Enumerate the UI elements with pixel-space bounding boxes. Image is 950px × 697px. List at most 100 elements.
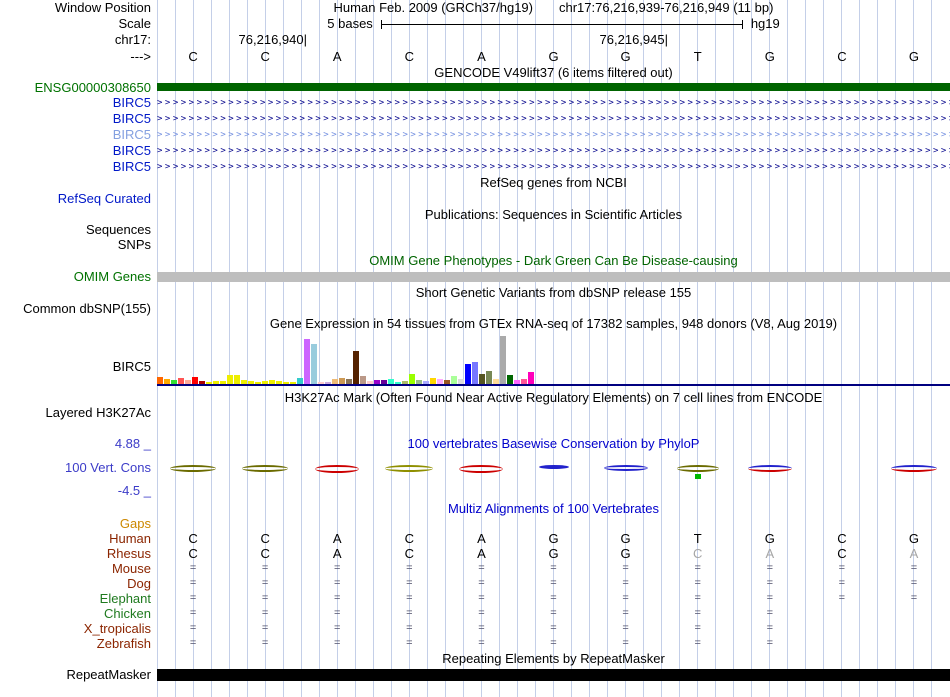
alignment-base: = — [550, 562, 557, 574]
alignment-base: = — [550, 592, 557, 604]
gtex-tissue-bar[interactable] — [500, 336, 506, 384]
transcript-intron-arrows[interactable]: >>>>>>>>>>>>>>>>>>>>>>>>>>>>>>>>>>>>>>>>… — [157, 95, 950, 111]
transcript-intron-arrows[interactable]: >>>>>>>>>>>>>>>>>>>>>>>>>>>>>>>>>>>>>>>>… — [157, 111, 950, 127]
transcript-label[interactable]: BIRC5 — [0, 159, 157, 175]
conservation-column[interactable] — [157, 452, 229, 500]
dbsnp-label[interactable]: Common dbSNP(155) — [0, 301, 157, 316]
refseq-curated-track[interactable] — [157, 191, 950, 207]
alignment-base: = — [261, 637, 269, 649]
alignment-base: = — [261, 592, 269, 604]
base-letter: G — [908, 49, 920, 64]
alignment-cells[interactable]: = = = = = = = = = = = — [157, 561, 950, 576]
omim-genes-label[interactable]: OMIM Genes — [0, 269, 157, 285]
conservation-column[interactable] — [878, 452, 950, 500]
gtex-tissue-bar[interactable] — [465, 364, 471, 384]
gtex-tissue-bar[interactable] — [479, 374, 485, 384]
species-label[interactable]: Elephant — [0, 591, 157, 606]
species-label[interactable]: Dog — [0, 576, 157, 591]
conservation-column[interactable] — [517, 452, 589, 500]
alignment-base: = — [910, 592, 918, 604]
gtex-gene-label[interactable]: BIRC5 — [113, 359, 151, 374]
reference-bases: CCACAGGTGCG — [157, 48, 950, 65]
omim-title: OMIM Gene Phenotypes - Dark Green Can Be… — [369, 253, 738, 268]
sequences-label[interactable]: Sequences — [0, 222, 157, 237]
gtex-tissue-bar[interactable] — [157, 377, 163, 384]
species-label[interactable]: Chicken — [0, 606, 157, 621]
gtex-tissue-bar[interactable] — [192, 377, 198, 384]
alignment-row: Rhesus C C A C A G G C A C A — [0, 546, 950, 561]
gaps-track[interactable] — [157, 517, 950, 531]
transcript-intron-arrows[interactable]: >>>>>>>>>>>>>>>>>>>>>>>>>>>>>>>>>>>>>>>>… — [157, 127, 950, 143]
transcript-intron-arrows[interactable]: >>>>>>>>>>>>>>>>>>>>>>>>>>>>>>>>>>>>>>>>… — [157, 159, 950, 175]
gtex-tissue-bar[interactable] — [311, 344, 317, 384]
repeatmasker-track[interactable] — [157, 667, 950, 683]
species-label[interactable]: X_tropicalis — [0, 621, 157, 636]
conservation-column[interactable] — [662, 452, 734, 500]
gtex-tissue-bar[interactable] — [472, 362, 478, 384]
omim-genes-row: OMIM Genes — [0, 269, 950, 285]
gtex-tissue-bar[interactable] — [451, 376, 457, 384]
dbsnp-track[interactable] — [157, 301, 950, 316]
conservation-column[interactable] — [590, 452, 662, 500]
chrom-ruler-row: chr17: 76,216,940| 76,216,945| — [0, 32, 950, 48]
alignment-base: G — [548, 546, 559, 561]
alignment-base: = — [694, 607, 701, 619]
transcript-label[interactable]: BIRC5 — [0, 143, 157, 159]
alignment-base: = — [694, 622, 701, 634]
conservation-column[interactable] — [445, 452, 517, 500]
gtex-tissue-bar[interactable] — [507, 375, 513, 384]
alignment-row: Zebrafish = = = = = = = = = — [0, 636, 950, 651]
snps-label[interactable]: SNPs — [0, 237, 157, 253]
gtex-tissue-bar[interactable] — [409, 374, 415, 384]
gtex-tissue-bar[interactable] — [486, 371, 492, 384]
omim-genes-track[interactable] — [157, 269, 950, 285]
gtex-tissue-bar[interactable] — [353, 351, 359, 384]
alignment-cells[interactable]: CCACAGGCACA — [157, 546, 950, 561]
species-label[interactable]: Zebrafish — [0, 636, 157, 651]
gtex-tissue-bar[interactable] — [304, 339, 310, 384]
gaps-label[interactable]: Gaps — [0, 517, 157, 531]
h3k27ac-label[interactable]: Layered H3K27Ac — [0, 405, 157, 421]
alignment-base: = — [622, 607, 629, 619]
gene-exon-bar[interactable] — [157, 83, 950, 91]
repeatmasker-label[interactable]: RepeatMasker — [0, 667, 157, 683]
transcript-intron-arrows[interactable]: >>>>>>>>>>>>>>>>>>>>>>>>>>>>>>>>>>>>>>>>… — [157, 143, 950, 159]
transcript-label[interactable]: BIRC5 — [0, 111, 157, 127]
alignment-base: = — [766, 607, 774, 619]
gtex-tissue-bar[interactable] — [528, 372, 534, 384]
repeat-element-bar[interactable] — [157, 669, 950, 681]
gtex-tissue-bar[interactable] — [360, 376, 366, 384]
conservation-track[interactable]: 100 vertebrates Basewise Conservation by… — [157, 436, 950, 500]
gene-id-label[interactable]: ENSG00000308650 — [0, 80, 157, 95]
conservation-column[interactable] — [373, 452, 445, 500]
alignment-cells[interactable]: = = = = = = = = = = = — [157, 591, 950, 606]
scale-row: Scale 5 bases hg19 — [0, 16, 950, 32]
gene-body-track[interactable] — [157, 80, 950, 95]
alignment-cells[interactable]: = = = = = = = = = — [157, 606, 950, 621]
omim-gene-bar[interactable] — [157, 272, 950, 282]
refseq-curated-label[interactable]: RefSeq Curated — [0, 191, 157, 207]
conservation-column[interactable] — [806, 452, 878, 500]
conservation-column[interactable] — [734, 452, 806, 500]
species-label[interactable]: Human — [0, 531, 157, 546]
alignment-cells[interactable]: = = = = = = = = = = = — [157, 576, 950, 591]
conservation-track-label[interactable]: 100 Vert. Cons — [0, 460, 151, 475]
gtex-chart[interactable] — [157, 332, 950, 390]
alignment-base: C — [404, 546, 415, 561]
snps-track[interactable] — [157, 237, 950, 253]
species-label[interactable]: Mouse — [0, 561, 157, 576]
gtex-tissue-bar[interactable] — [234, 375, 240, 384]
alignment-cells[interactable]: = = = = = = = = = — [157, 636, 950, 651]
gtex-tissue-bar[interactable] — [227, 375, 233, 384]
alignment-cells[interactable]: = = = = = = = = = — [157, 621, 950, 636]
alignment-cells[interactable]: CCACAGGTGCG — [157, 531, 950, 546]
conservation-column[interactable] — [301, 452, 373, 500]
assembly-short: hg19 — [750, 16, 780, 31]
conservation-column[interactable] — [229, 452, 301, 500]
alignment-base — [878, 621, 950, 636]
transcript-label[interactable]: BIRC5 — [0, 95, 157, 111]
sequences-track[interactable] — [157, 222, 950, 237]
transcript-label[interactable]: BIRC5 — [0, 127, 157, 143]
species-label[interactable]: Rhesus — [0, 546, 157, 561]
alignment-base — [878, 606, 950, 621]
